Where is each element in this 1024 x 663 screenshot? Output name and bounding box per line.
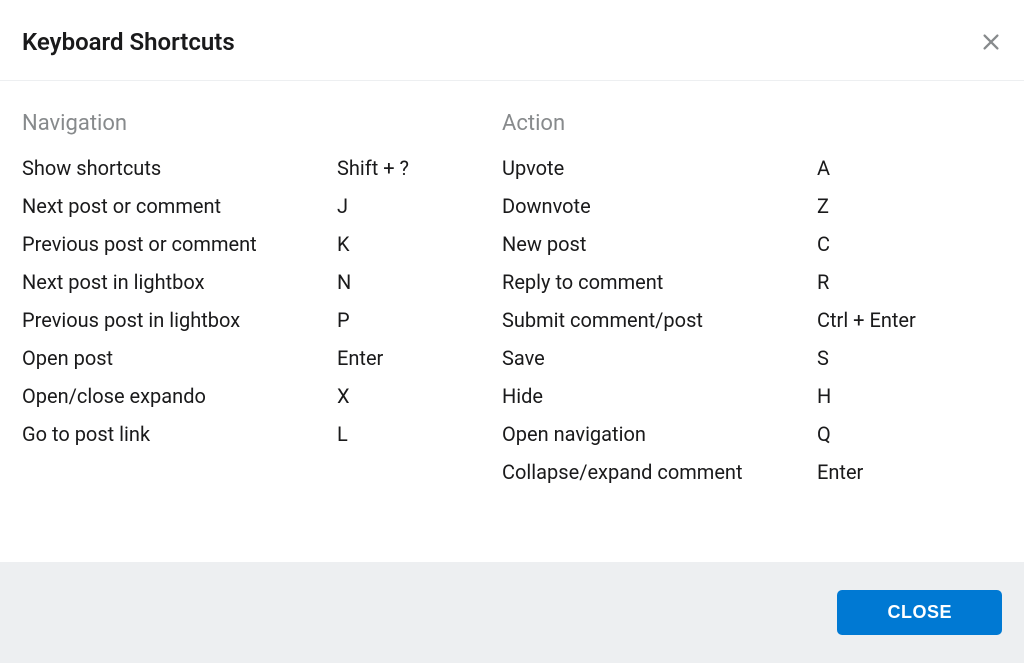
shortcut-key: R [817,270,1002,294]
shortcut-key: J [337,194,502,218]
shortcut-row: Previous post or comment K [22,232,502,256]
shortcut-label: Reply to comment [502,270,817,294]
shortcut-label: Submit comment/post [502,308,817,332]
shortcut-label: Collapse/expand comment [502,460,817,484]
shortcut-key: H [817,384,1002,408]
shortcut-row: Reply to comment R [502,270,1002,294]
shortcut-key: X [337,384,502,408]
navigation-column: Navigation Show shortcuts Shift + ? Next… [22,111,502,498]
shortcut-row: Next post or comment J [22,194,502,218]
shortcut-key: K [337,232,502,256]
shortcut-label: Next post or comment [22,194,337,218]
shortcut-label: Open/close expando [22,384,337,408]
shortcut-key: Ctrl + Enter [817,308,1002,332]
shortcut-key: Shift + ? [337,156,502,180]
shortcut-row: Next post in lightbox N [22,270,502,294]
shortcut-key: N [337,270,502,294]
close-icon[interactable] [980,31,1002,53]
close-button[interactable]: CLOSE [837,590,1002,635]
shortcut-key: P [337,308,502,332]
shortcut-label: Next post in lightbox [22,270,337,294]
shortcut-label: Hide [502,384,817,408]
shortcut-label: Downvote [502,194,817,218]
action-column: Action Upvote A Downvote Z New post C Re… [502,111,1002,498]
shortcut-row: Go to post link L [22,422,502,446]
shortcut-row: Upvote A [502,156,1002,180]
navigation-heading: Navigation [22,111,502,136]
shortcut-key: A [817,156,1002,180]
shortcut-row: Hide H [502,384,1002,408]
shortcut-row: Save S [502,346,1002,370]
shortcut-key: Z [817,194,1002,218]
shortcut-label: Previous post in lightbox [22,308,337,332]
shortcut-key: Q [817,422,1002,446]
shortcut-key: C [817,232,1002,256]
modal-header: Keyboard Shortcuts [0,0,1024,81]
shortcut-row: Show shortcuts Shift + ? [22,156,502,180]
modal-title: Keyboard Shortcuts [22,28,235,56]
shortcut-row: Submit comment/post Ctrl + Enter [502,308,1002,332]
shortcut-label: Save [502,346,817,370]
shortcut-key: S [817,346,1002,370]
shortcut-label: Go to post link [22,422,337,446]
shortcut-label: Previous post or comment [22,232,337,256]
modal-body: Navigation Show shortcuts Shift + ? Next… [0,81,1024,538]
shortcut-label: Open navigation [502,422,817,446]
shortcut-row: Downvote Z [502,194,1002,218]
shortcut-row: Open/close expando X [22,384,502,408]
action-heading: Action [502,111,1002,136]
shortcut-label: Upvote [502,156,817,180]
shortcut-label: New post [502,232,817,256]
shortcut-row: New post C [502,232,1002,256]
shortcut-row: Previous post in lightbox P [22,308,502,332]
shortcut-label: Open post [22,346,337,370]
shortcut-row: Open post Enter [22,346,502,370]
shortcut-key: Enter [337,346,502,370]
shortcut-key: Enter [817,460,1002,484]
modal-footer: CLOSE [0,562,1024,663]
shortcut-key: L [337,422,502,446]
shortcut-row: Open navigation Q [502,422,1002,446]
shortcut-label: Show shortcuts [22,156,337,180]
shortcut-row: Collapse/expand comment Enter [502,460,1002,484]
